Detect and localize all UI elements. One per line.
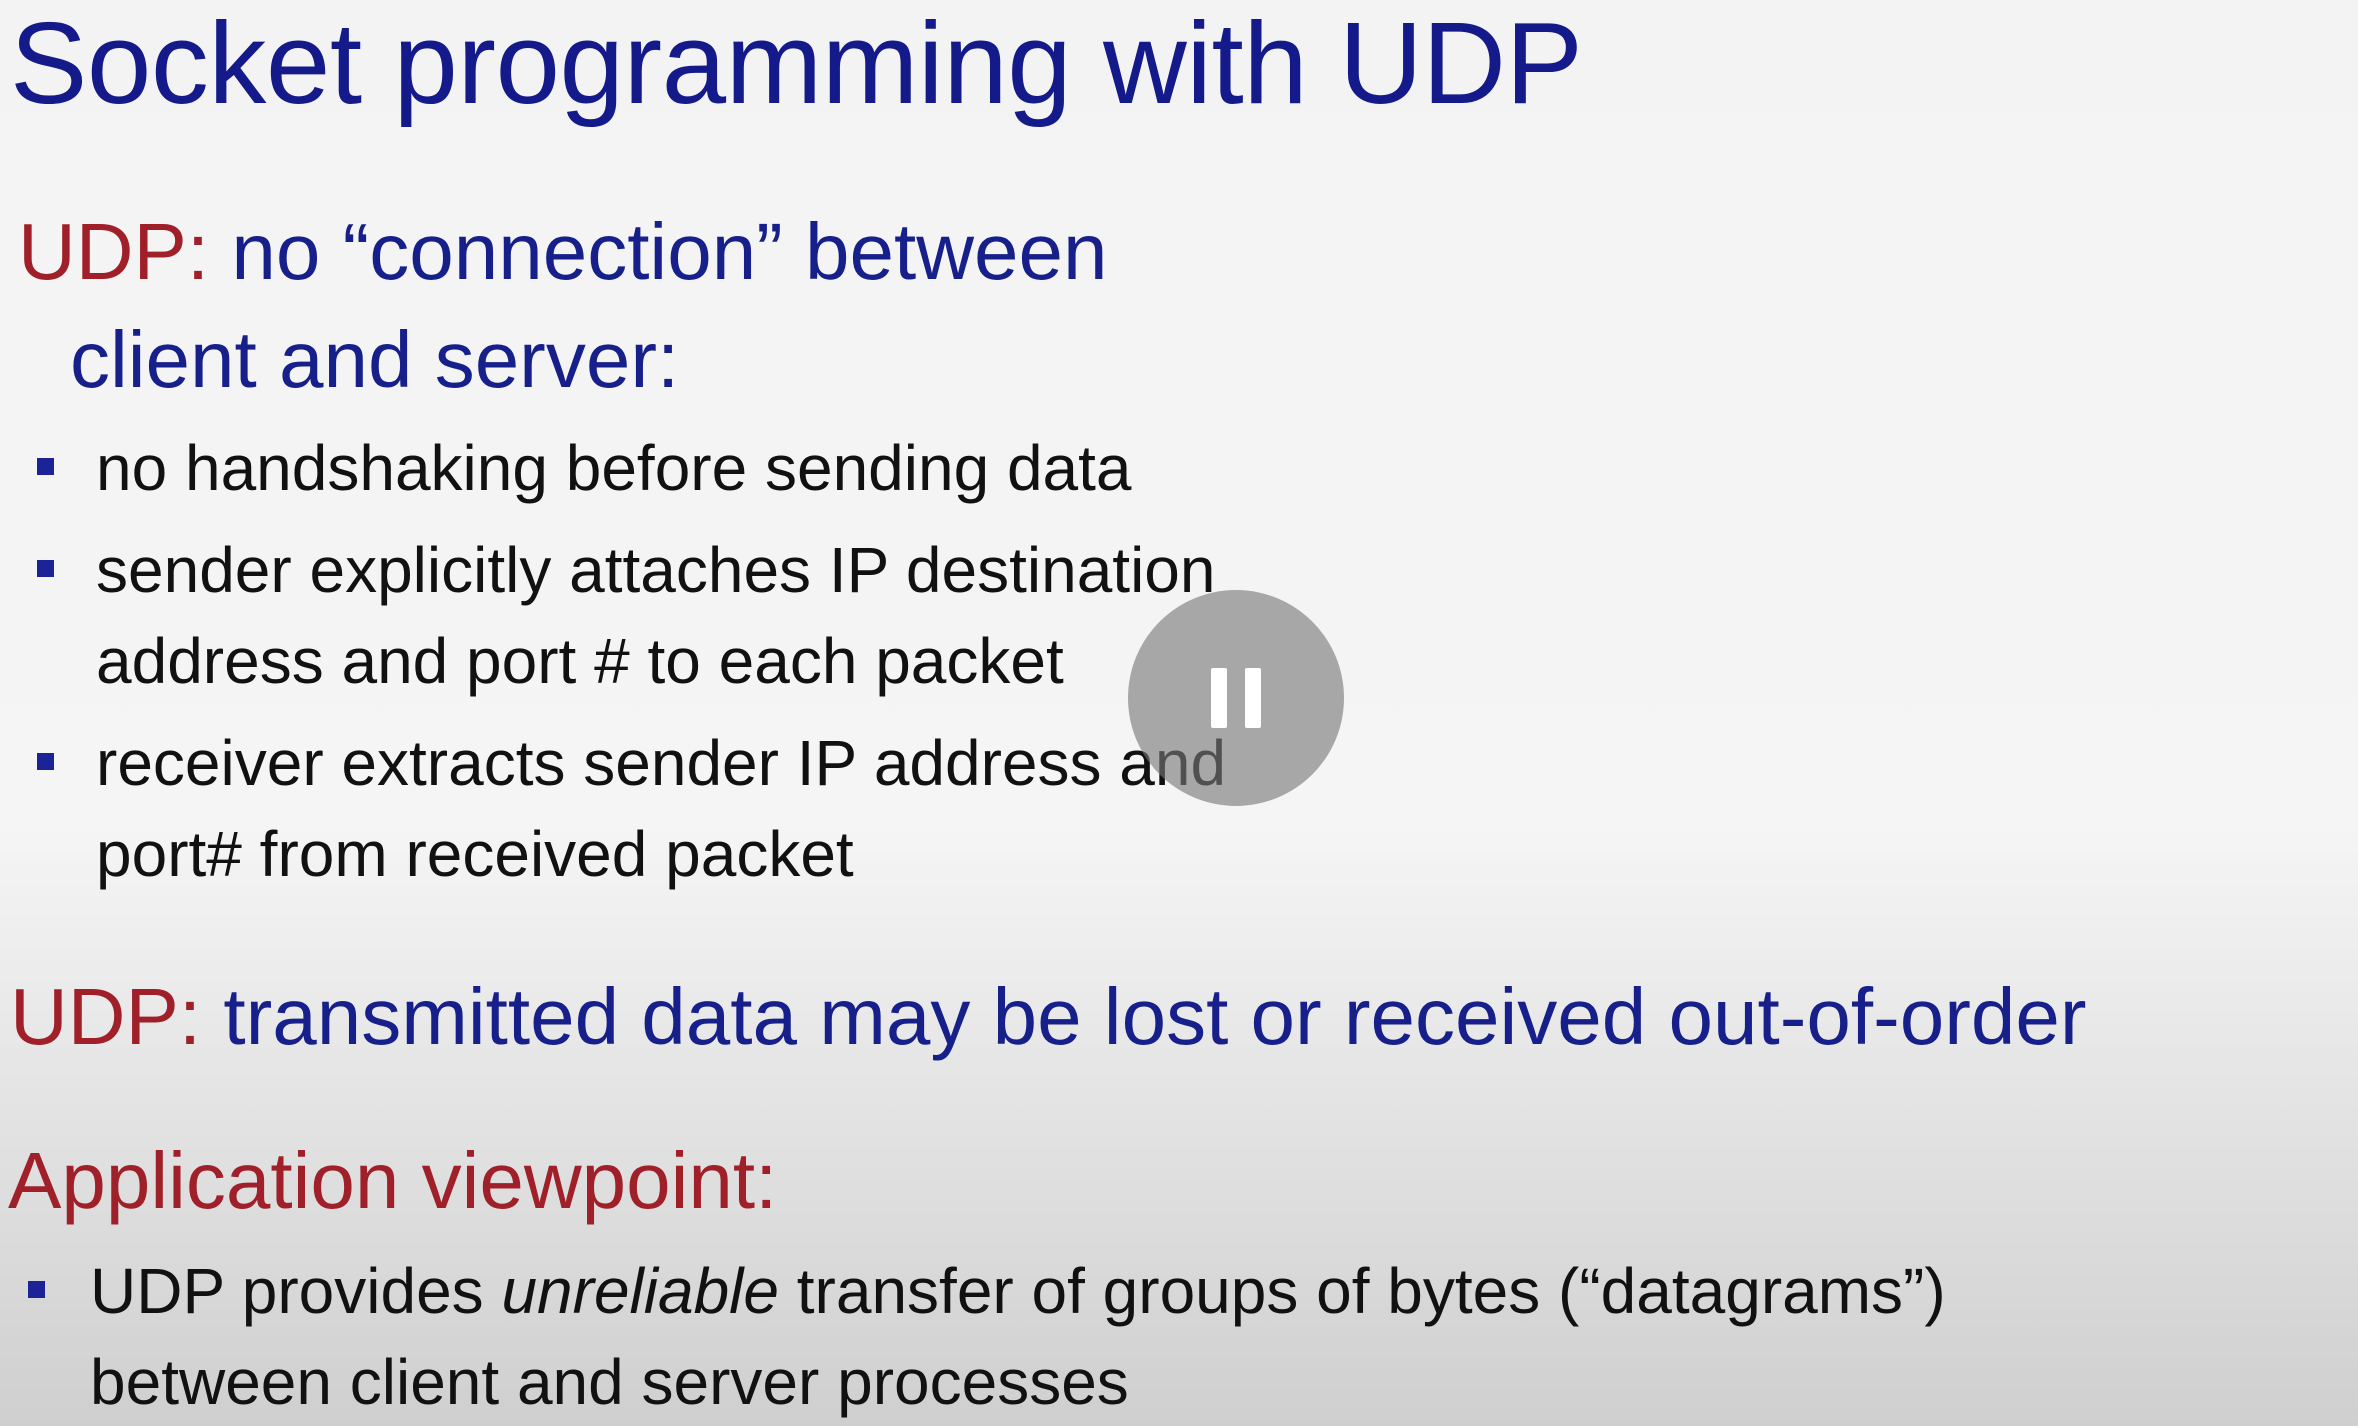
bullet-marker [28, 1281, 45, 1298]
bullet-marker [37, 560, 54, 577]
bullet-text-part: transfer of groups of bytes (“datagrams”… [778, 1255, 1946, 1327]
udp-prefix-label: UDP: [10, 972, 202, 1061]
page-title: Socket programming with UDP [10, 0, 1583, 128]
unreliable-emphasis: unreliable [501, 1255, 779, 1327]
bullet-item-continuation: between client and server processes [90, 1346, 1129, 1418]
bullet-marker [37, 753, 54, 770]
udp-connection-text: no “connection” between [231, 207, 1108, 296]
pause-icon [1245, 668, 1261, 728]
bullet-item-continuation: port# from received packet [96, 818, 854, 890]
pause-overlay-button[interactable] [1128, 590, 1344, 806]
bullet-marker [37, 458, 54, 475]
udp-connection-subheading: client and server: [70, 315, 680, 404]
pause-icon [1211, 668, 1227, 728]
udp-connection-heading: UDP: no “connection” between [18, 205, 1108, 299]
bullet-item: receiver extracts sender IP address and [96, 727, 1227, 799]
bullet-item: UDP provides unreliable transfer of grou… [90, 1255, 1946, 1328]
udp-prefix-label: UDP: [18, 207, 210, 296]
application-viewpoint-heading: Application viewpoint: [8, 1136, 778, 1225]
udp-reliability-text: transmitted data may be lost or received… [223, 972, 2087, 1061]
udp-reliability-heading: UDP: transmitted data may be lost or rec… [10, 970, 2086, 1064]
bullet-text-part: UDP provides [90, 1255, 502, 1327]
bullet-item-continuation: address and port # to each packet [96, 625, 1064, 697]
bullet-item: no handshaking before sending data [96, 432, 1132, 504]
bullet-item: sender explicitly attaches IP destinatio… [96, 534, 1216, 606]
